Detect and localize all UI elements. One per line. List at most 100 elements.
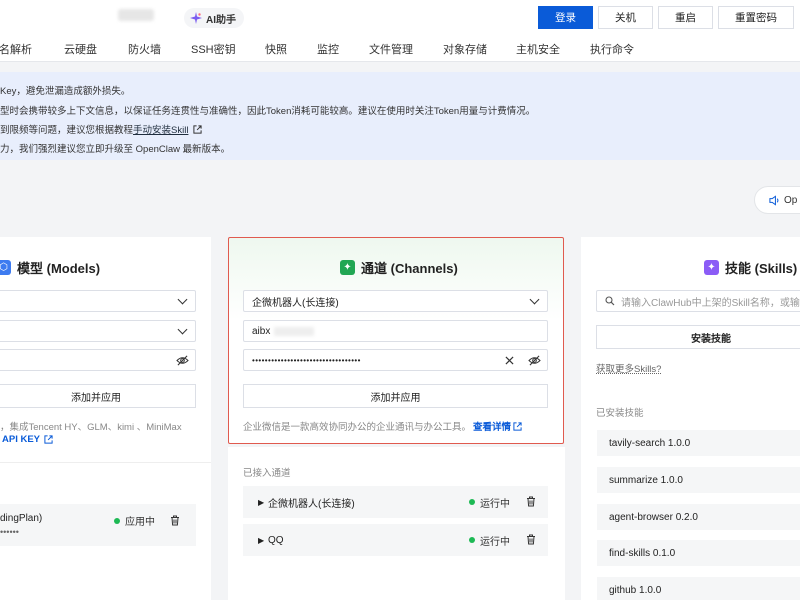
models-title-text: 模型 (Models) bbox=[17, 261, 101, 276]
openclaw-announce-pill[interactable]: Op bbox=[754, 186, 800, 214]
trash-icon[interactable] bbox=[170, 515, 180, 526]
api-key-link-wrap[interactable]: API KEY bbox=[2, 434, 53, 445]
chevron-down-icon bbox=[177, 324, 188, 335]
tab-dns[interactable]: 域名解析 bbox=[0, 41, 32, 57]
skills-title-text: 技能 (Skills) bbox=[725, 261, 798, 276]
reset-password-button[interactable]: 重置密码 bbox=[718, 6, 794, 29]
external-link-icon bbox=[513, 421, 522, 431]
trash-icon[interactable] bbox=[526, 496, 536, 507]
login-button[interactable]: 登录 bbox=[538, 6, 593, 29]
eye-off-icon[interactable] bbox=[176, 355, 189, 366]
top-bar: AI助手 登录 关机 重启 重置密码 bbox=[0, 0, 800, 36]
channels-desc: 企业微信是一款高效协同办公的企业通讯与办公工具。 bbox=[243, 422, 472, 433]
restart-button[interactable]: 重启 bbox=[658, 6, 713, 29]
install-skill-button[interactable]: 安装技能 bbox=[596, 325, 800, 349]
model-item-status: 应用中 bbox=[114, 513, 155, 528]
channel-status: 运行中 bbox=[469, 495, 510, 510]
tab-ssh-keys[interactable]: SSH密钥 bbox=[191, 41, 236, 57]
channels-desc-row: 企业微信是一款高效协同办公的企业通讯与办公工具。 查看详情 bbox=[243, 419, 522, 433]
notice-line-2: 型时会携带较多上下文信息，以保证任务连贯性与准确性，因此Token消耗可能较高。… bbox=[0, 106, 536, 117]
notice-line-1: Key，避免泄漏造成额外损失。 bbox=[0, 86, 131, 97]
skill-search-placeholder: 请输入ClawHub中上架的Skill名称，或输入 bbox=[621, 297, 800, 309]
search-icon bbox=[605, 296, 615, 306]
notice-line-3-text: 到限频等问题，建议您根据教程 bbox=[0, 125, 134, 136]
skill-item[interactable]: find-skills 0.1.0 bbox=[597, 540, 800, 566]
tab-host-security[interactable]: 主机安全 bbox=[516, 41, 560, 57]
skill-item[interactable]: tavily-search 1.0.0 bbox=[597, 430, 800, 456]
skill-search-input[interactable]: 请输入ClawHub中上架的Skill名称，或输入 bbox=[596, 290, 800, 312]
channel-row-wecom[interactable]: ▶ 企微机器人(长连接) 运行中 bbox=[243, 486, 548, 518]
tab-bar: 域名解析 云硬盘 防火墙 SSH密钥 快照 监控 文件管理 对象存储 主机安全 … bbox=[0, 36, 800, 62]
status-dot bbox=[114, 517, 120, 524]
skills-sparkle-icon: ✦ bbox=[704, 260, 719, 275]
top-actions: 登录 关机 重启 重置密码 bbox=[538, 6, 794, 29]
channels-panel: ✦ 通道 (Channels) 企微机器人(长连接) aibx ••••••••… bbox=[228, 237, 565, 600]
models-title: ⬡ 模型 (Models) bbox=[0, 258, 100, 277]
notice-line-3: 到限频等问题，建议您根据教程手动安装Skill bbox=[0, 122, 202, 136]
channel-status-text: 运行中 bbox=[480, 498, 510, 510]
channels-detail-link[interactable]: 查看详情 bbox=[473, 419, 511, 433]
models-desc: ，集成Tencent HY、GLM、kimi 、MiniMax bbox=[0, 422, 182, 433]
tab-firewall[interactable]: 防火墙 bbox=[128, 41, 161, 57]
model-item-status-text: 应用中 bbox=[125, 517, 155, 528]
status-dot bbox=[469, 499, 475, 505]
bot-id-blurred bbox=[274, 326, 315, 336]
tab-monitoring[interactable]: 监控 bbox=[317, 41, 339, 57]
ai-assistant-label: AI助手 bbox=[206, 14, 236, 26]
ai-sparkle-icon bbox=[190, 12, 202, 24]
api-key-link[interactable]: API KEY bbox=[2, 434, 40, 445]
op-pill-label: Op bbox=[784, 194, 798, 206]
tab-snapshot[interactable]: 快照 bbox=[265, 41, 287, 57]
tab-object-storage[interactable]: 对象存储 bbox=[443, 41, 487, 57]
eye-off-icon[interactable] bbox=[528, 355, 541, 366]
bot-id-field[interactable]: aibx bbox=[243, 320, 548, 342]
instance-name-blurred bbox=[118, 9, 154, 21]
skill-item[interactable]: github 1.0.0 bbox=[597, 577, 800, 600]
model-provider-select[interactable] bbox=[0, 290, 196, 312]
skills-title: ✦ 技能 (Skills) bbox=[704, 258, 797, 277]
installed-skills-label: 已安装技能 bbox=[596, 408, 644, 419]
speaker-icon bbox=[769, 194, 779, 206]
channels-plug-icon: ✦ bbox=[340, 260, 355, 275]
expand-caret-icon[interactable]: ▶ bbox=[258, 536, 264, 545]
model-item-masked: •••••• bbox=[0, 527, 19, 537]
channels-title: ✦ 通道 (Channels) bbox=[340, 258, 458, 277]
model-list-item[interactable]: dingPlan) •••••• 应用中 bbox=[0, 504, 196, 546]
models-cube-icon: ⬡ bbox=[0, 260, 11, 275]
chevron-down-icon bbox=[529, 294, 540, 305]
external-link-icon bbox=[44, 435, 53, 444]
more-skills-link[interactable]: 获取更多Skills? bbox=[596, 361, 661, 375]
channel-type-select[interactable]: 企微机器人(长连接) bbox=[243, 290, 548, 312]
channels-apply-button[interactable]: 添加并应用 bbox=[243, 384, 548, 408]
tab-run-command[interactable]: 执行命令 bbox=[590, 41, 634, 57]
shutdown-button[interactable]: 关机 bbox=[598, 6, 653, 29]
model-api-key-field[interactable] bbox=[0, 349, 196, 371]
install-skill-link[interactable]: 手动安装Skill bbox=[133, 125, 188, 136]
models-panel: ⬡ 模型 (Models) 添加并应用 ，集成Tencent HY、GLM、ki… bbox=[0, 237, 211, 600]
channel-row-qq[interactable]: ▶ QQ 运行中 bbox=[243, 524, 548, 556]
models-apply-button[interactable]: 添加并应用 bbox=[0, 384, 196, 408]
model-select[interactable] bbox=[0, 320, 196, 342]
tab-file-manager[interactable]: 文件管理 bbox=[369, 41, 413, 57]
channel-status-text: 运行中 bbox=[480, 536, 510, 548]
skill-item[interactable]: summarize 1.0.0 bbox=[597, 467, 800, 493]
channel-name: 企微机器人(长连接) bbox=[268, 498, 355, 510]
notice-line-4: 力，我们强烈建议您立即升级至 OpenClaw 最新版本。 bbox=[0, 144, 231, 155]
secret-field[interactable]: •••••••••••••••••••••••••••••••••• bbox=[243, 349, 548, 371]
channel-type-value: 企微机器人(长连接) bbox=[252, 297, 339, 309]
expand-caret-icon[interactable]: ▶ bbox=[258, 498, 264, 507]
ai-assistant-button[interactable]: AI助手 bbox=[184, 8, 244, 28]
clear-icon[interactable] bbox=[505, 356, 514, 365]
tab-cloud-disk[interactable]: 云硬盘 bbox=[64, 41, 97, 57]
status-dot bbox=[469, 537, 475, 543]
channel-name: QQ bbox=[268, 534, 284, 546]
notice-banner: Key，避免泄漏造成额外损失。 型时会携带较多上下文信息，以保证任务连贯性与准确… bbox=[0, 72, 800, 160]
secret-masked-value: •••••••••••••••••••••••••••••••••• bbox=[252, 355, 361, 365]
models-divider bbox=[0, 462, 211, 463]
trash-icon[interactable] bbox=[526, 534, 536, 545]
channel-status: 运行中 bbox=[469, 533, 510, 548]
model-item-name: dingPlan) bbox=[0, 513, 43, 524]
channels-title-text: 通道 (Channels) bbox=[361, 261, 458, 276]
bot-id-value: aibx bbox=[252, 325, 271, 337]
skill-item[interactable]: agent-browser 0.2.0 bbox=[597, 504, 800, 530]
